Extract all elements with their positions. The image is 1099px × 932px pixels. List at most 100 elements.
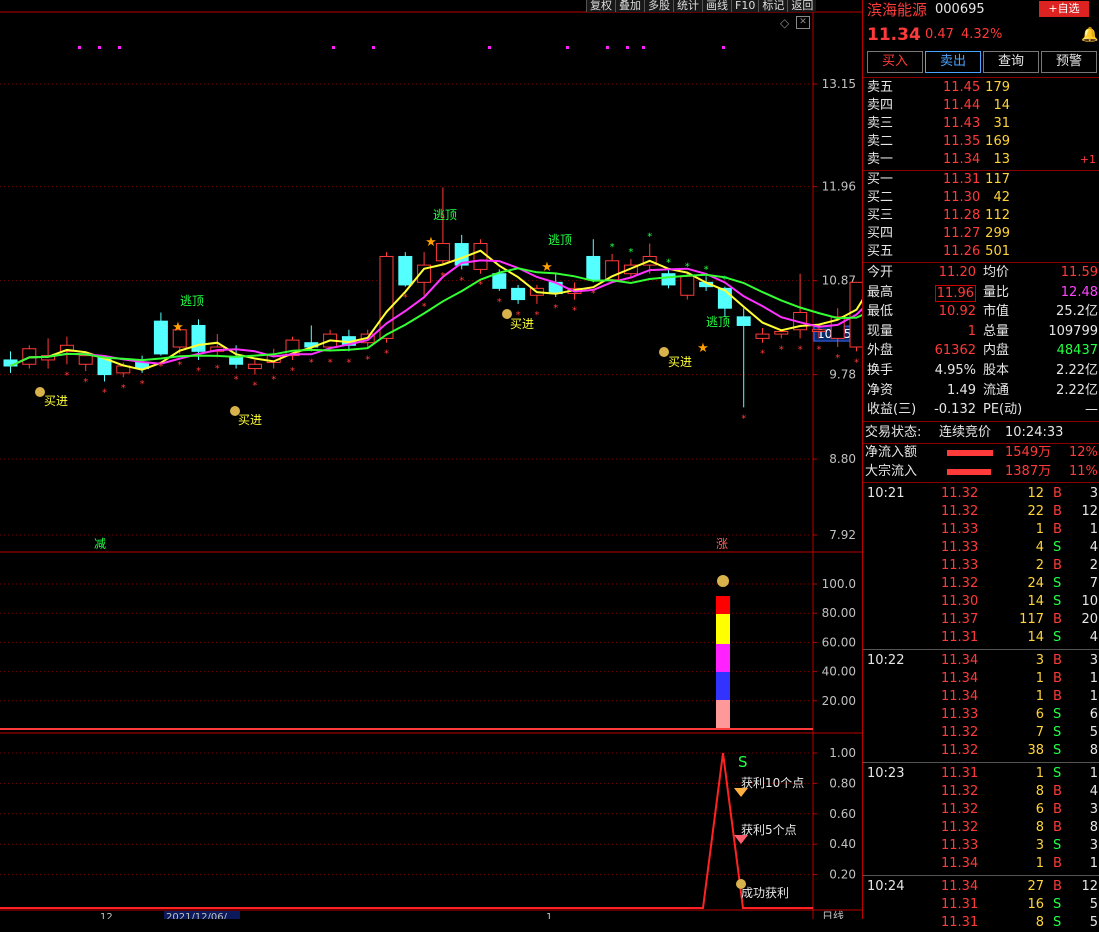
stat-label: 均价	[983, 265, 1010, 280]
bid-label: 买一	[867, 172, 894, 187]
signal-star: *	[403, 293, 408, 304]
buy-button[interactable]: 买入	[867, 51, 923, 73]
tick-row: 10:23 11.31 1 S 1	[863, 765, 1099, 783]
tick-row: 11.33 6 S 6	[863, 706, 1099, 724]
tick-price: 11.34	[941, 879, 979, 894]
escape-label: 逃顶	[548, 233, 572, 247]
bid-row[interactable]: 买二 11.30 42	[863, 189, 1099, 207]
net-inflow-label: 净流入额	[865, 445, 918, 460]
ask-row[interactable]: 卖二 11.35 169	[863, 133, 1099, 151]
period-label: 日线	[822, 909, 844, 919]
add-watchlist-button[interactable]: +自选	[1039, 1, 1089, 17]
chart-pane[interactable]: 13.1511.9610.879.788.807.9210.25********…	[0, 0, 883, 923]
toolbar-stats-button[interactable]: 统计	[673, 0, 702, 12]
tick-count: 4	[1089, 630, 1098, 645]
stat-value: 109799	[1048, 323, 1098, 339]
toolbar-back-button[interactable]: 返回	[787, 0, 817, 12]
chart-background	[0, 0, 813, 919]
bid-volume: 501	[985, 244, 1010, 259]
stat-label: 股本	[983, 363, 1010, 378]
tick-side: S	[1053, 576, 1062, 591]
candle-body	[680, 275, 695, 296]
ask-row[interactable]: 卖三 11.43 31	[863, 115, 1099, 133]
toolbar-mark-button[interactable]: 标记	[758, 0, 788, 12]
stat-label: 换手	[867, 363, 894, 378]
signal-star: *	[346, 357, 351, 368]
tick-count: 5	[1089, 725, 1098, 740]
tick-row: 11.33 3 S 3	[863, 837, 1099, 855]
tick-row: 11.32 8 B 4	[863, 783, 1099, 801]
candle-body	[811, 329, 826, 332]
ask-row[interactable]: 卖一 11.34 13 +1	[863, 151, 1099, 169]
signal-star: *	[741, 413, 746, 424]
ask-extra: +1	[1079, 153, 1096, 166]
alert-button[interactable]: 预警	[1041, 51, 1097, 73]
money-bag-icon	[502, 309, 512, 319]
signal-star: *	[196, 366, 201, 377]
stat-label: 总量	[983, 323, 1010, 339]
tick-row: 11.33 2 B 2	[863, 557, 1099, 575]
tick-row: 11.37 117 B 20	[863, 611, 1099, 629]
ask-volume: 179	[985, 80, 1010, 95]
toolbar-f10-button[interactable]: F10	[731, 0, 759, 12]
tick-side: B	[1053, 504, 1062, 519]
bid-row[interactable]: 买一 11.31 117	[863, 171, 1099, 189]
tick-volume: 27	[1027, 879, 1044, 894]
signal-star: *	[722, 275, 727, 286]
tick-row: 11.33 4 S 4	[863, 539, 1099, 557]
profit10-label: 获利10个点	[741, 776, 804, 790]
tick-count: 7	[1089, 576, 1098, 591]
bid-row[interactable]: 买三 11.28 112	[863, 207, 1099, 225]
tick-price: 11.34	[941, 653, 979, 668]
stat-value: 1	[967, 323, 976, 339]
bid-row[interactable]: 买五 11.26 501	[863, 243, 1099, 261]
toolbar-draw-button[interactable]: 画线	[702, 0, 731, 12]
bell-icon[interactable]: 🔔	[1081, 24, 1098, 46]
money-bag-icon	[230, 406, 240, 416]
stat-value: 2.22亿	[1056, 382, 1098, 398]
signal-star: *	[704, 264, 709, 275]
tick-side: S	[1053, 540, 1062, 555]
sell-button[interactable]: 卖出	[925, 51, 981, 73]
stat-row: 最高 11.96 量比 12.48	[863, 284, 1099, 302]
tick-price: 11.33	[941, 522, 979, 537]
ask-row[interactable]: 卖四 11.44 14	[863, 97, 1099, 115]
bid-row[interactable]: 买四 11.27 299	[863, 225, 1099, 243]
bid-label: 买四	[867, 226, 894, 241]
signal-dot	[488, 46, 491, 49]
stat-value: 25.2亿	[1056, 304, 1098, 320]
tick-price: 11.30	[941, 594, 979, 609]
date-tick: 12	[100, 912, 113, 919]
tick-row: 11.32 24 S 7	[863, 575, 1099, 593]
tick-volume: 1	[1035, 856, 1044, 871]
toolbar-fuquan-button[interactable]: 复权	[586, 0, 615, 12]
tick-count: 3	[1089, 838, 1098, 853]
bid-label: 买三	[867, 208, 894, 223]
close-icon[interactable]: ✕	[796, 16, 810, 29]
bid-label: 买二	[867, 190, 894, 205]
buy-label: 买进	[510, 317, 534, 331]
trade-status-time: 10:24:33	[1005, 425, 1064, 440]
ask-row[interactable]: 卖五 11.45 179	[863, 79, 1099, 97]
signal-star: *	[760, 349, 765, 360]
signal-star: *	[854, 357, 859, 368]
tick-side: S	[1053, 594, 1062, 609]
toolbar-multistock-button[interactable]: 多股	[644, 0, 673, 12]
tick-row: 11.32 8 B 8	[863, 819, 1099, 837]
ask-volume: 14	[993, 98, 1010, 113]
net-inflow-pct: 12%	[1069, 445, 1098, 460]
ask-price: 11.34	[943, 152, 981, 167]
kline-chart[interactable]: 13.1511.9610.879.788.807.9210.25********…	[0, 0, 883, 923]
tick-volume: 2	[1035, 558, 1044, 573]
indicator1-axis-label: 80.00	[822, 606, 856, 620]
tick-volume: 24	[1027, 576, 1044, 591]
ask-volume: 13	[993, 152, 1010, 167]
indicator-bar-segment	[716, 672, 730, 700]
diamond-icon[interactable]: ◇	[780, 17, 789, 29]
signal-star: *	[140, 379, 145, 390]
ask-label: 卖二	[867, 134, 894, 149]
stat-row: 现量 1 总量 109799	[863, 323, 1099, 341]
buy-label: 买进	[44, 394, 68, 408]
toolbar-overlay-button[interactable]: 叠加	[615, 0, 644, 12]
query-button[interactable]: 查询	[983, 51, 1039, 73]
